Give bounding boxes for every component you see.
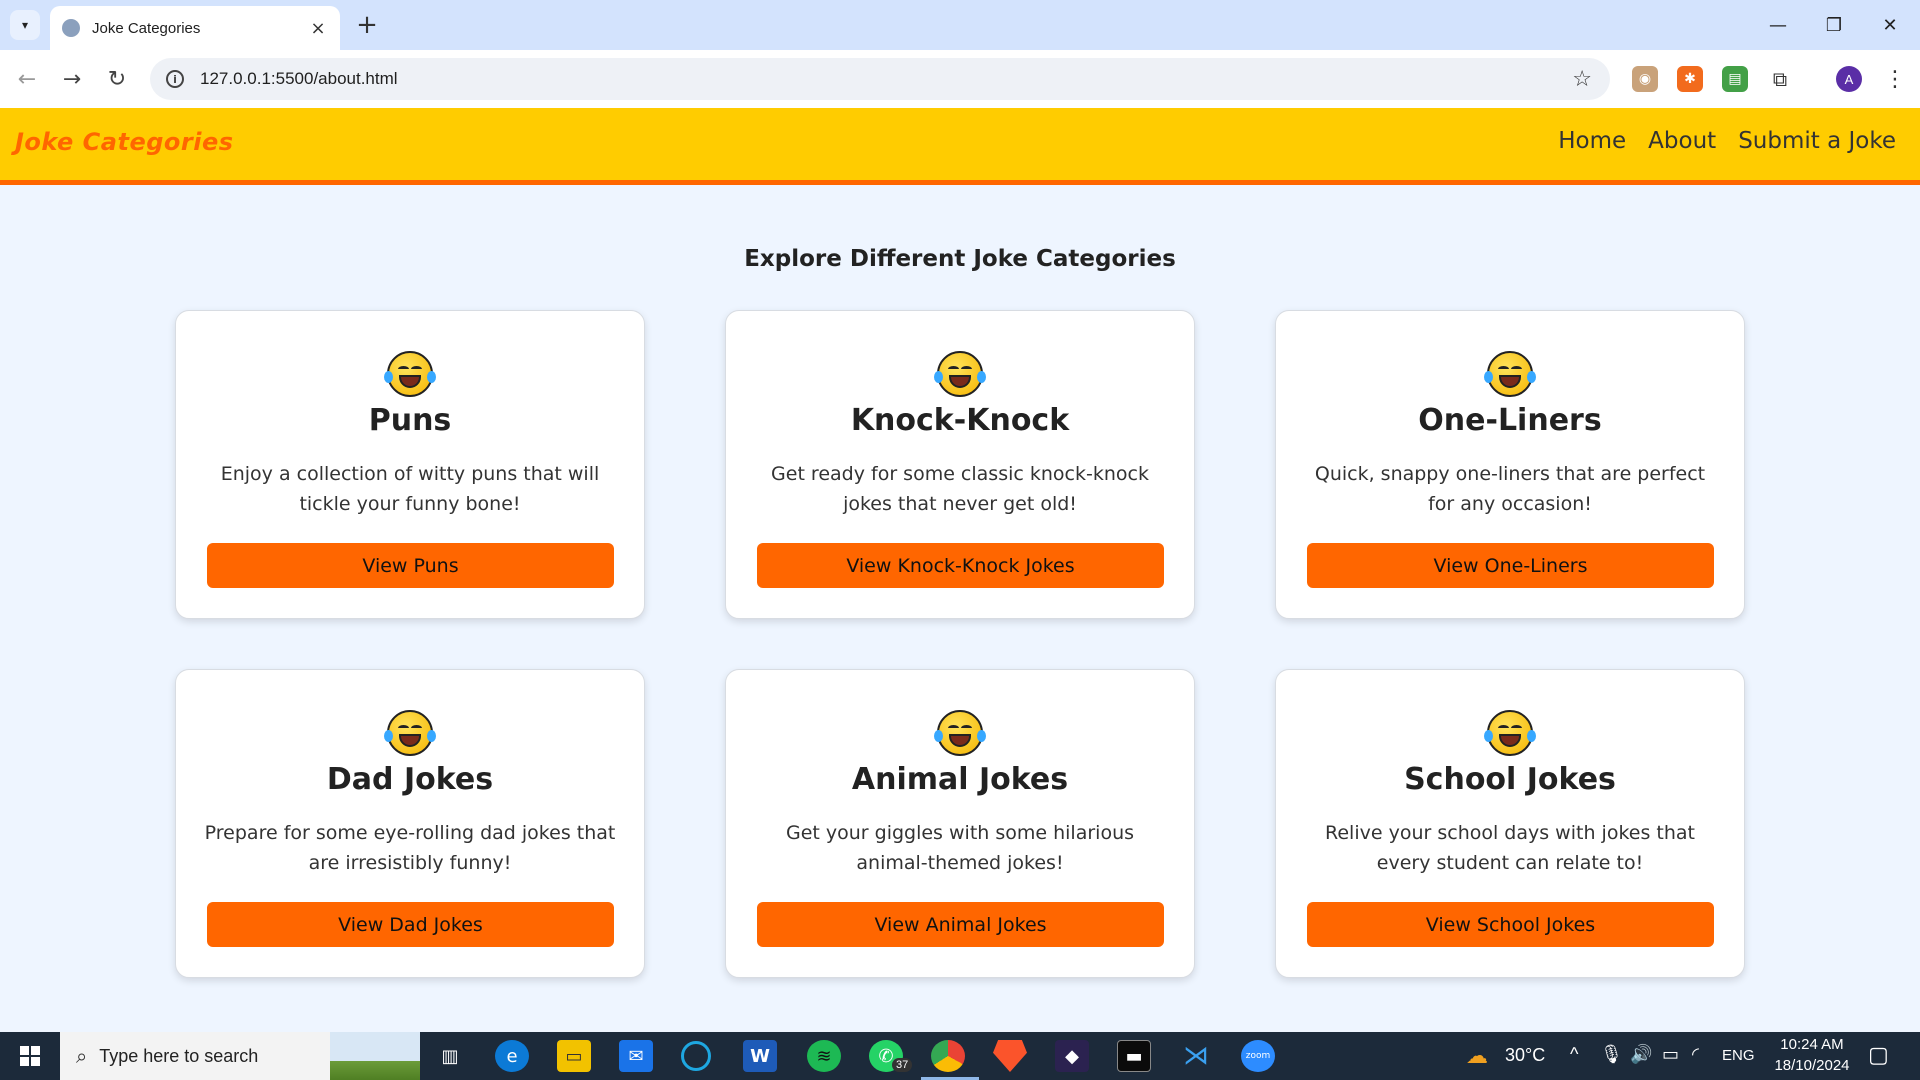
card-title: Dad Jokes bbox=[326, 762, 494, 797]
microphone-icon[interactable]: 🎙 bbox=[1600, 1044, 1623, 1065]
windows-logo-icon bbox=[20, 1046, 40, 1066]
tab-title: Joke Categories bbox=[92, 19, 201, 37]
weather-icon[interactable]: ☁ bbox=[1460, 1040, 1494, 1072]
word-icon[interactable]: W bbox=[743, 1040, 777, 1072]
app-icon[interactable]: ◆ bbox=[1055, 1040, 1089, 1072]
laughing-emoji-icon bbox=[1484, 351, 1536, 397]
extension-icon-2[interactable]: ✱ bbox=[1677, 66, 1703, 92]
card-title: Knock-Knock bbox=[850, 403, 1070, 438]
category-card-dad-jokes: Dad Jokes Prepare for some eye-rolling d… bbox=[175, 669, 645, 978]
minimize-button[interactable]: — bbox=[1750, 0, 1806, 50]
nav-submit-joke[interactable]: Submit a Joke bbox=[1738, 128, 1896, 154]
laughing-emoji-icon bbox=[934, 351, 986, 397]
clock-date[interactable]: 18/10/2024 bbox=[1769, 1057, 1855, 1074]
network-icon[interactable]: ◜ bbox=[1692, 1044, 1699, 1065]
card-title: Puns bbox=[368, 403, 452, 438]
browser-toolbar: ← → ↻ i 127.0.0.1:5500/about.html ☆ ◉ ✱ … bbox=[0, 50, 1920, 108]
zoom-icon[interactable]: zoom bbox=[1241, 1040, 1275, 1072]
forward-button[interactable]: → bbox=[57, 64, 87, 94]
browser-tab-active[interactable]: Joke Categories × bbox=[50, 6, 340, 50]
card-title: One-Liners bbox=[1418, 403, 1602, 438]
file-explorer-icon[interactable]: ▭ bbox=[557, 1040, 591, 1072]
windows-taskbar: ⌕ Type here to search ▥ e ▭ ✉ W ≋ ✆ 37 ◆… bbox=[0, 1032, 1920, 1080]
site-logo[interactable]: Joke Categories bbox=[15, 128, 234, 156]
view-one-liners-button[interactable]: View One-Liners bbox=[1307, 543, 1714, 588]
view-puns-button[interactable]: View Puns bbox=[207, 543, 614, 588]
card-description: Quick, snappy one-liners that are perfec… bbox=[1314, 463, 1706, 515]
view-school-jokes-button[interactable]: View School Jokes bbox=[1307, 902, 1714, 947]
category-card-one-liners: One-Liners Quick, snappy one-liners that… bbox=[1275, 310, 1745, 619]
view-animal-jokes-button[interactable]: View Animal Jokes bbox=[757, 902, 1164, 947]
new-tab-button[interactable]: + bbox=[352, 10, 382, 40]
laughing-emoji-icon bbox=[1484, 710, 1536, 756]
chrome-icon[interactable] bbox=[931, 1040, 965, 1072]
browser-tab-strip: ▾ Joke Categories × + — ❐ ✕ bbox=[0, 0, 1920, 50]
address-bar[interactable]: i 127.0.0.1:5500/about.html ☆ bbox=[150, 58, 1610, 100]
laughing-emoji-icon bbox=[384, 351, 436, 397]
start-button[interactable] bbox=[0, 1032, 60, 1080]
battery-icon[interactable]: ▭ bbox=[1662, 1044, 1679, 1065]
category-card-animal-jokes: Animal Jokes Get your giggles with some … bbox=[725, 669, 1195, 978]
back-button[interactable]: ← bbox=[12, 64, 42, 94]
edge-icon[interactable]: e bbox=[495, 1040, 529, 1072]
tab-search-button[interactable]: ▾ bbox=[10, 10, 40, 40]
volume-icon[interactable]: 🔊 bbox=[1630, 1044, 1652, 1065]
search-icon: ⌕ bbox=[76, 1044, 88, 1068]
task-view-icon[interactable]: ▥ bbox=[433, 1040, 467, 1072]
restore-button[interactable]: ❐ bbox=[1806, 0, 1862, 50]
section-title: Explore Different Joke Categories bbox=[744, 246, 1176, 272]
vscode-icon[interactable]: ⋊ bbox=[1179, 1040, 1213, 1072]
cortana-icon[interactable] bbox=[681, 1041, 711, 1071]
search-highlight-image bbox=[330, 1032, 420, 1080]
category-card-school-jokes: School Jokes Relive your school days wit… bbox=[1275, 669, 1745, 978]
notifications-icon[interactable]: ▢ bbox=[1868, 1042, 1889, 1068]
url-text[interactable]: 127.0.0.1:5500/about.html bbox=[200, 69, 1572, 89]
card-title: Animal Jokes bbox=[851, 762, 1069, 797]
reload-button[interactable]: ↻ bbox=[102, 64, 132, 94]
card-description: Enjoy a collection of witty puns that wi… bbox=[220, 463, 600, 515]
site-header: Joke Categories Home About Submit a Joke bbox=[0, 108, 1920, 185]
extensions-puzzle-icon[interactable]: ⧉ bbox=[1767, 66, 1793, 92]
card-description: Prepare for some eye-rolling dad jokes t… bbox=[204, 822, 616, 874]
card-description: Get your giggles with some hilarious ani… bbox=[785, 822, 1135, 874]
mail-icon[interactable]: ✉ bbox=[619, 1040, 653, 1072]
view-knock-knock-button[interactable]: View Knock-Knock Jokes bbox=[757, 543, 1164, 588]
search-placeholder: Type here to search bbox=[99, 1045, 259, 1066]
card-title: School Jokes bbox=[1404, 762, 1616, 797]
chevron-down-icon: ▾ bbox=[21, 18, 29, 32]
nav-home[interactable]: Home bbox=[1558, 128, 1626, 154]
language-indicator[interactable]: ENG bbox=[1722, 1047, 1755, 1064]
laughing-emoji-icon bbox=[384, 710, 436, 756]
weather-temp[interactable]: 30°C bbox=[1505, 1045, 1545, 1066]
taskbar-search-box[interactable]: ⌕ Type here to search bbox=[60, 1032, 420, 1080]
terminal-icon[interactable]: ▬ bbox=[1117, 1040, 1151, 1072]
close-icon[interactable]: × bbox=[308, 18, 328, 39]
spotify-icon[interactable]: ≋ bbox=[807, 1040, 841, 1072]
main-nav: Home About Submit a Joke bbox=[1558, 128, 1896, 154]
globe-icon bbox=[62, 19, 80, 37]
category-card-knock-knock: Knock-Knock Get ready for some classic k… bbox=[725, 310, 1195, 619]
bookmark-star-icon[interactable]: ☆ bbox=[1572, 67, 1592, 92]
category-card-puns: Puns Enjoy a collection of witty puns th… bbox=[175, 310, 645, 619]
extension-icon-1[interactable]: ◉ bbox=[1632, 66, 1658, 92]
site-info-icon[interactable]: i bbox=[166, 70, 184, 88]
window-close-button[interactable]: ✕ bbox=[1862, 0, 1918, 50]
extension-icon-3[interactable]: ▤ bbox=[1722, 66, 1748, 92]
brave-icon[interactable] bbox=[993, 1040, 1027, 1072]
browser-menu-icon[interactable]: ⋮ bbox=[1880, 64, 1910, 94]
laughing-emoji-icon bbox=[934, 710, 986, 756]
show-hidden-icons-icon[interactable]: ^ bbox=[1570, 1044, 1578, 1065]
whatsapp-badge: 37 bbox=[892, 1058, 913, 1072]
card-description: Relive your school days with jokes that … bbox=[1325, 822, 1695, 874]
view-dad-jokes-button[interactable]: View Dad Jokes bbox=[207, 902, 614, 947]
card-description: Get ready for some classic knock-knock j… bbox=[771, 463, 1149, 515]
nav-about[interactable]: About bbox=[1648, 128, 1716, 154]
profile-avatar[interactable]: A bbox=[1836, 66, 1862, 92]
clock-time[interactable]: 10:24 AM bbox=[1773, 1036, 1851, 1053]
